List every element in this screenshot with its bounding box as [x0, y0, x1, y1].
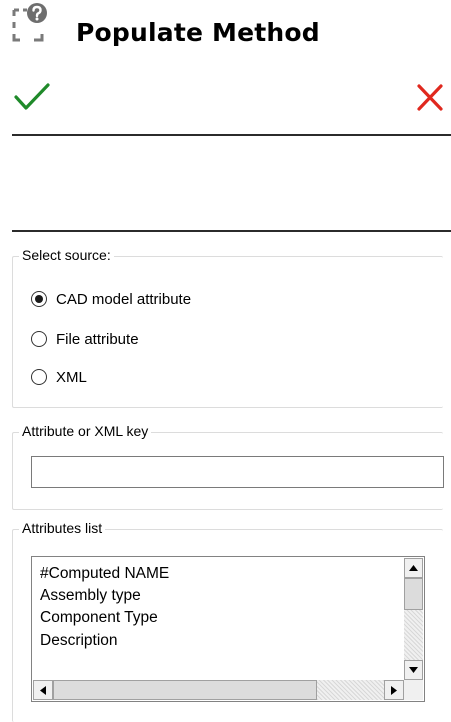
list-item[interactable]: Component Type: [40, 607, 158, 629]
list-item[interactable]: Assembly type: [40, 585, 141, 607]
radio-button[interactable]: [31, 291, 47, 307]
scrollbar-corner: [404, 680, 423, 700]
attribute-key-label: Attribute or XML key: [19, 423, 152, 439]
attributes-listbox[interactable]: #Computed NAME Assembly type Component T…: [31, 556, 425, 702]
page-title: Populate Method: [76, 18, 320, 47]
arrow-up-icon: [409, 565, 418, 571]
vertical-scroll-thumb[interactable]: [404, 578, 423, 610]
attribute-key-group: Attribute or XML key: [12, 423, 444, 510]
checkmark-icon: [14, 83, 50, 110]
radio-label: XML: [56, 368, 87, 386]
select-source-label: Select source:: [19, 247, 114, 263]
arrow-down-icon: [409, 667, 418, 673]
arrow-right-icon: [391, 685, 397, 695]
radio-cad-model-attribute[interactable]: CAD model attribute: [31, 288, 191, 310]
close-icon: [417, 84, 443, 111]
horizontal-scroll-thumb[interactable]: [53, 680, 317, 700]
radio-label: File attribute: [56, 330, 139, 348]
radio-xml[interactable]: XML: [31, 366, 87, 388]
scroll-right-button[interactable]: [384, 680, 404, 700]
attributes-list-label: Attributes list: [19, 520, 106, 536]
populate-method-icon: [12, 2, 52, 42]
cancel-button[interactable]: [412, 80, 446, 114]
header-divider: [12, 134, 451, 136]
ok-button[interactable]: [12, 80, 52, 114]
scroll-left-button[interactable]: [33, 680, 53, 700]
radio-button[interactable]: [31, 331, 47, 347]
section-divider: [12, 230, 451, 232]
list-item[interactable]: Description: [40, 630, 118, 652]
attributes-list-group: Attributes list #Computed NAME Assembly …: [12, 520, 443, 722]
attribute-key-input[interactable]: [31, 456, 444, 488]
vertical-scrollbar[interactable]: [404, 558, 423, 680]
horizontal-scrollbar[interactable]: [33, 680, 404, 700]
radio-file-attribute[interactable]: File attribute: [31, 328, 139, 350]
scroll-up-button[interactable]: [404, 558, 423, 578]
select-source-group: Select source: CAD model attribute File …: [12, 247, 443, 408]
list-item[interactable]: #Computed NAME: [40, 563, 169, 585]
arrow-left-icon: [40, 685, 46, 695]
radio-label: CAD model attribute: [56, 290, 192, 308]
radio-button[interactable]: [31, 369, 47, 385]
scroll-down-button[interactable]: [404, 660, 423, 680]
